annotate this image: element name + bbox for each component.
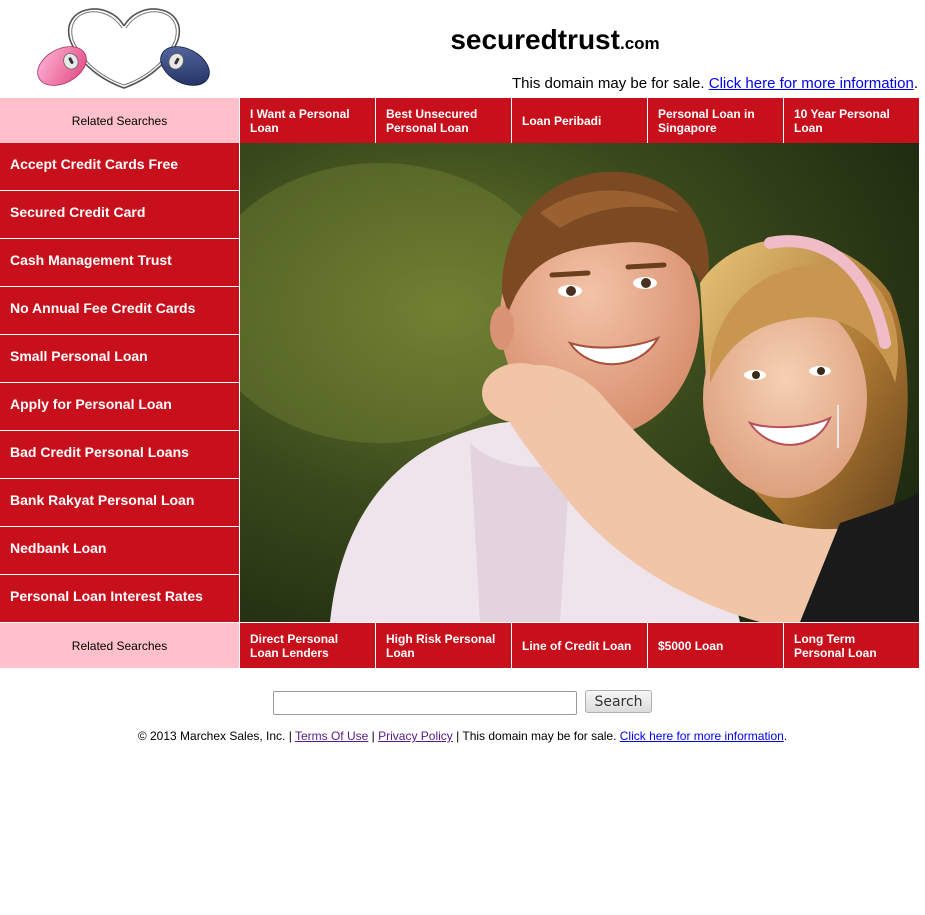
sidebar-link[interactable]: Nedbank Loan — [0, 527, 239, 575]
related-link[interactable]: High Risk Personal Loan — [375, 623, 511, 668]
sidebar-link[interactable]: Bank Rakyat Personal Loan — [0, 479, 239, 527]
related-searches-label: Related Searches — [0, 98, 239, 143]
related-link[interactable]: Direct Personal Loan Lenders — [239, 623, 375, 668]
sidebar-link[interactable]: Cash Management Trust — [0, 239, 239, 287]
search-form: Search — [0, 690, 925, 715]
footer-separator: | — [368, 729, 379, 743]
sidebar-link[interactable]: Small Personal Loan — [0, 335, 239, 383]
footer-more-info-link[interactable]: Click here for more information — [620, 729, 784, 743]
related-searches-top-bar: Related Searches I Want a Personal Loan … — [0, 98, 919, 143]
more-info-link[interactable]: Click here for more information — [709, 75, 914, 92]
related-link[interactable]: Loan Peribadi — [511, 98, 647, 143]
couple-photo-image — [240, 143, 919, 622]
footer-sale-text: | This domain may be for sale. — [452, 729, 620, 743]
search-input[interactable] — [273, 691, 577, 715]
site-title: securedtrust.com — [190, 24, 920, 56]
footer-end: . — [783, 729, 788, 743]
related-link[interactable]: 10 Year Personal Loan — [783, 98, 919, 143]
related-link[interactable]: I Want a Personal Loan — [239, 98, 375, 143]
sale-text: This domain may be for sale. — [511, 75, 709, 92]
related-link[interactable]: $5000 Loan — [647, 623, 783, 668]
related-link[interactable]: Long Term Personal Loan — [783, 623, 919, 668]
domain-sale-notice: This domain may be for sale. Click here … — [512, 75, 918, 92]
sidebar-link[interactable]: Secured Credit Card — [0, 191, 239, 239]
sidebar-link[interactable]: Accept Credit Cards Free — [0, 143, 239, 191]
search-button[interactable]: Search — [585, 690, 652, 713]
related-link[interactable]: Line of Credit Loan — [511, 623, 647, 668]
privacy-policy-link[interactable]: Privacy Policy — [378, 729, 453, 743]
sale-end: . — [913, 75, 918, 92]
related-link[interactable]: Best Unsecured Personal Loan — [375, 98, 511, 143]
footer: © 2013 Marchex Sales, Inc. | Terms Of Us… — [0, 729, 925, 743]
sidebar-link-list: Accept Credit Cards Free Secured Credit … — [0, 143, 239, 623]
related-searches-bottom-bar: Related Searches Direct Personal Loan Le… — [0, 623, 919, 668]
related-searches-label: Related Searches — [0, 623, 239, 668]
sidebar-link[interactable]: Bad Credit Personal Loans — [0, 431, 239, 479]
site-name: securedtrust — [450, 24, 620, 55]
hero-photo-couple — [240, 143, 919, 622]
footer-copyright: © 2013 Marchex Sales, Inc. | — [137, 729, 295, 743]
site-tld: .com — [619, 34, 660, 53]
sidebar-link[interactable]: Personal Loan Interest Rates — [0, 575, 239, 623]
sidebar-link[interactable]: Apply for Personal Loan — [0, 383, 239, 431]
terms-of-use-link[interactable]: Terms Of Use — [295, 729, 368, 743]
sidebar-link[interactable]: No Annual Fee Credit Cards — [0, 287, 239, 335]
related-link[interactable]: Personal Loan in Singapore — [647, 98, 783, 143]
